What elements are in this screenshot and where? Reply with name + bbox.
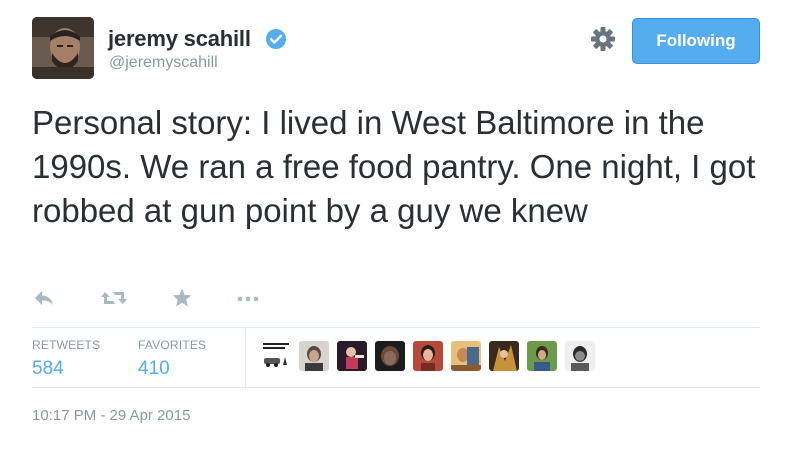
more-options-icon[interactable]	[234, 286, 262, 310]
favoriter-photo	[337, 341, 367, 371]
favoriter-avatar[interactable]	[527, 341, 557, 371]
favoriter-avatar[interactable]	[337, 341, 367, 371]
favorites-label: FAVORITES	[138, 338, 207, 352]
avatar-photo	[32, 17, 94, 79]
favoriter-avatar[interactable]	[375, 341, 405, 371]
favoriter-avatar[interactable]	[565, 341, 595, 371]
favoriter-avatar[interactable]	[489, 341, 519, 371]
favoriter-photo	[413, 341, 443, 371]
favorites-stat[interactable]: FAVORITES 410	[138, 338, 206, 380]
retweets-label: RETWEETS	[32, 338, 101, 352]
divider-bottom	[32, 387, 760, 388]
divider-top	[32, 327, 760, 328]
stats-divider	[245, 327, 246, 387]
gear-icon[interactable]	[590, 26, 616, 52]
favoriter-photo	[527, 341, 557, 371]
favoriter-photo	[375, 341, 405, 371]
favoriter-photo	[299, 341, 329, 371]
following-button[interactable]: Following	[632, 18, 760, 64]
favoriter-photo	[565, 341, 595, 371]
display-name[interactable]: jeremy scahill	[108, 26, 251, 52]
tweet-text: Personal story: I lived in West Baltimor…	[32, 104, 756, 229]
tweet-timestamp[interactable]: 10:17 PM - 29 Apr 2015	[32, 407, 190, 424]
retweets-count[interactable]: 584	[32, 358, 100, 380]
reply-icon[interactable]	[32, 286, 56, 310]
favoriter-avatar[interactable]	[261, 341, 291, 371]
favoriter-avatar[interactable]	[451, 341, 481, 371]
retweets-stat[interactable]: RETWEETS 584	[32, 338, 100, 380]
favoriter-photo	[489, 341, 519, 371]
verified-badge-icon	[266, 29, 286, 49]
favoriter-avatar[interactable]	[299, 341, 329, 371]
tweet-card: jeremy scahill @jeremyscahill Following …	[0, 0, 800, 450]
avatar[interactable]	[32, 17, 94, 79]
favoriter-avatar[interactable]	[413, 341, 443, 371]
username[interactable]: @jeremyscahill	[109, 54, 218, 72]
favoriter-photo	[451, 341, 481, 371]
favorites-count[interactable]: 410	[138, 358, 206, 380]
transit-sleuth-logo	[261, 341, 291, 371]
favorite-star-icon[interactable]	[170, 286, 194, 310]
retweet-icon[interactable]	[100, 286, 128, 310]
